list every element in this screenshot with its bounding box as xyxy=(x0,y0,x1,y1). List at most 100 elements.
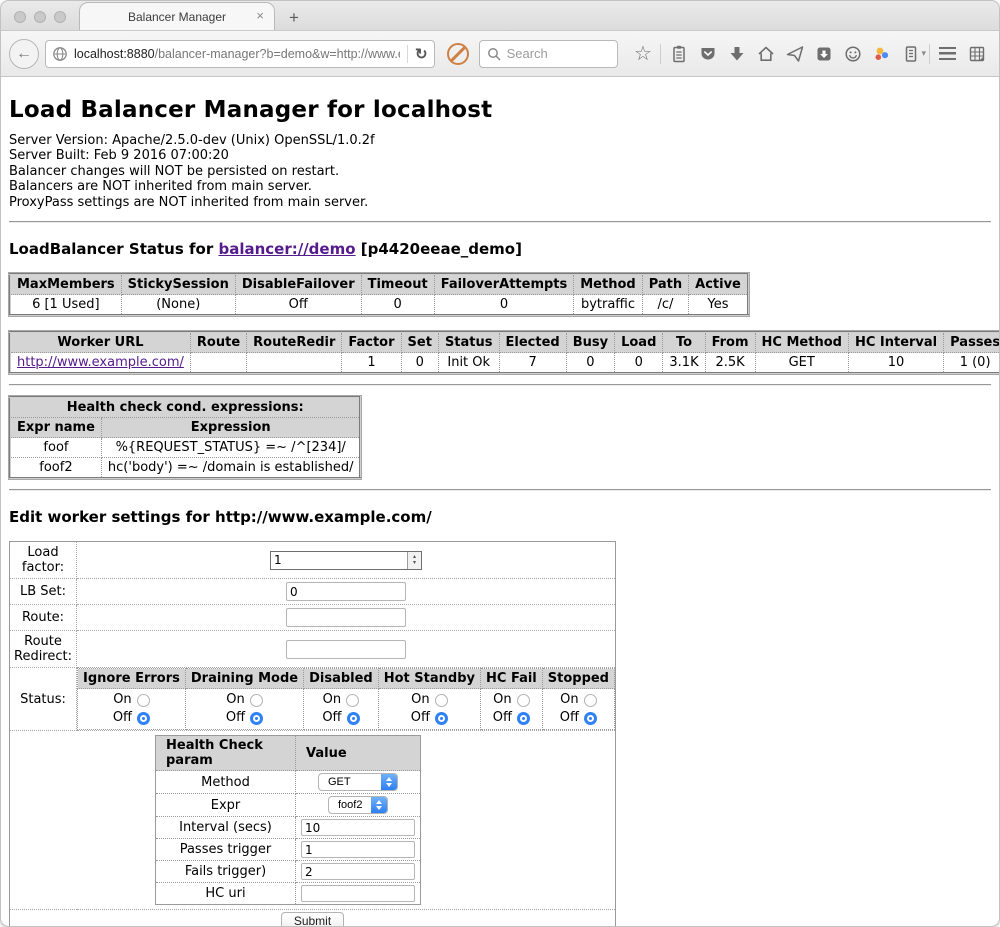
route-redirect-label: Route Redirect: xyxy=(10,631,77,668)
send-tab-icon[interactable] xyxy=(780,39,809,69)
chevron-down-icon[interactable]: ▾ xyxy=(921,48,926,59)
zoom-window-button[interactable] xyxy=(54,11,66,23)
radio-off-checked[interactable] xyxy=(517,712,530,725)
form-row-load-factor: Load factor: ▴▾ xyxy=(10,542,616,579)
submit-button[interactable]: Submit xyxy=(281,912,344,927)
route-input[interactable] xyxy=(286,608,406,627)
form-row-submit: Submit xyxy=(10,910,616,927)
health-check-cell: Health Check param Value Method GET xyxy=(10,731,616,910)
lb-set-cell xyxy=(77,579,616,605)
tab-close-icon[interactable]: × xyxy=(256,8,264,23)
minimize-window-button[interactable] xyxy=(34,11,46,23)
close-window-button[interactable] xyxy=(14,11,26,23)
table-cell: 7 xyxy=(499,353,566,374)
column-header: Method xyxy=(574,274,642,295)
status-cell-stopped: On Off xyxy=(542,689,614,730)
status-cell-hc-fail: On Off xyxy=(481,689,543,730)
interval-input[interactable] xyxy=(301,819,415,836)
radio-off-checked[interactable] xyxy=(137,712,150,725)
adblock-icon[interactable] xyxy=(447,43,469,65)
search-placeholder: Search xyxy=(507,46,548,61)
radio-off-checked[interactable] xyxy=(347,712,360,725)
back-button[interactable]: ← xyxy=(9,39,39,69)
radio-off-checked[interactable] xyxy=(435,712,448,725)
server-built-line: Server Built: Feb 9 2016 07:00:20 xyxy=(9,148,991,163)
off-label: Off xyxy=(411,709,430,727)
hc-row-hc-uri: HC uri xyxy=(156,883,421,905)
clipboard-icon[interactable] xyxy=(664,39,693,69)
status-cell: Ignore Errors Draining Mode Disabled Hot… xyxy=(77,668,616,731)
form-row-route-redirect: Route Redirect: xyxy=(10,631,616,668)
on-label: On xyxy=(493,691,511,709)
table-cell: 1 xyxy=(342,353,401,374)
hc-uri-label: HC uri xyxy=(156,883,296,905)
column-header: Elected xyxy=(499,332,566,353)
reload-icon[interactable]: ↻ xyxy=(415,45,428,63)
worker-url-link[interactable]: http://www.example.com/ xyxy=(17,355,184,370)
worker-row: http://www.example.com/ 1 0 Init Ok 7 0 … xyxy=(10,353,999,374)
radio-off-checked[interactable] xyxy=(250,712,263,725)
lb-set-input[interactable] xyxy=(286,582,406,601)
containers-icon[interactable] xyxy=(867,39,896,69)
menu-hamburger-icon[interactable] xyxy=(933,39,962,69)
route-label: Route: xyxy=(10,605,77,631)
grid-tool-icon[interactable] xyxy=(962,39,991,69)
radio-on-unchecked[interactable] xyxy=(435,694,448,707)
column-header: Expr name xyxy=(10,418,101,438)
pocket-icon[interactable] xyxy=(693,39,722,69)
server-version-line: Server Version: Apache/2.5.0-dev (Unix) … xyxy=(9,133,991,148)
off-label: Off xyxy=(560,709,579,727)
spinner-icon[interactable]: ▴▾ xyxy=(407,552,421,569)
column-header: Disabled xyxy=(304,669,379,689)
form-row-route: Route: xyxy=(10,605,616,631)
status-options-table: Ignore Errors Draining Mode Disabled Hot… xyxy=(77,668,615,730)
expr-cell: hc('body') =~ /domain is established/ xyxy=(101,458,360,479)
home-icon[interactable] xyxy=(751,39,780,69)
radio-on-unchecked[interactable] xyxy=(517,694,530,707)
radio-on-unchecked[interactable] xyxy=(250,694,263,707)
balancer-demo-link[interactable]: balancer://demo xyxy=(218,240,355,258)
hc-row-passes: Passes trigger xyxy=(156,839,421,861)
hc-uri-input[interactable] xyxy=(301,885,415,902)
table-cell: 0 xyxy=(434,295,574,316)
expr-select-value: foof2 xyxy=(329,797,371,813)
column-header: Factor xyxy=(342,332,401,353)
table-header-row: MaxMembers StickySession DisableFailover… xyxy=(10,274,748,295)
method-select[interactable]: GET xyxy=(318,773,398,791)
column-header: Busy xyxy=(566,332,614,353)
column-header: DisableFailover xyxy=(235,274,361,295)
radio-on-unchecked[interactable] xyxy=(137,694,150,707)
table-cell: http://www.example.com/ xyxy=(10,353,190,374)
radio-on-unchecked[interactable] xyxy=(584,694,597,707)
radio-off-checked[interactable] xyxy=(584,712,597,725)
search-bar[interactable]: Search xyxy=(479,40,619,68)
radio-on-unchecked[interactable] xyxy=(346,694,359,707)
table-cell xyxy=(247,353,342,374)
new-tab-button[interactable]: + xyxy=(289,8,299,28)
heading-prefix: LoadBalancer Status for xyxy=(9,240,218,258)
load-factor-stepper[interactable]: ▴▾ xyxy=(270,551,422,570)
save-page-icon[interactable] xyxy=(809,39,838,69)
passes-cell xyxy=(296,839,421,861)
url-bar[interactable]: localhost:8880/balancer-manager?b=demo&w… xyxy=(45,40,435,68)
table-cell: (None) xyxy=(121,295,235,316)
table-header-row: Worker URL Route RouteRedir Factor Set S… xyxy=(10,332,999,353)
table-cell xyxy=(190,353,246,374)
bookmark-star-icon[interactable]: ☆ xyxy=(628,39,657,69)
off-label: Off xyxy=(493,709,512,727)
divider xyxy=(9,489,991,491)
lb-set-label: LB Set: xyxy=(10,579,77,605)
health-check-expressions-table: Health check cond. expressions: Expr nam… xyxy=(9,396,361,479)
url-text[interactable]: localhost:8880/balancer-manager?b=demo&w… xyxy=(74,47,400,61)
passes-input[interactable] xyxy=(301,841,415,858)
load-factor-input[interactable] xyxy=(271,552,407,569)
route-redirect-input[interactable] xyxy=(286,640,406,659)
tab-balancer-manager[interactable]: Balancer Manager × xyxy=(79,2,275,30)
expr-cell: %{REQUEST_STATUS} =~ /^[234]/ xyxy=(101,438,360,458)
expr-select[interactable]: foof2 xyxy=(328,796,388,814)
feedback-smiley-icon[interactable] xyxy=(838,39,867,69)
hamburger-lines xyxy=(939,47,956,60)
fails-input[interactable] xyxy=(301,863,415,880)
downloads-icon[interactable] xyxy=(722,39,751,69)
spinner-down-icon[interactable]: ▾ xyxy=(413,560,416,566)
